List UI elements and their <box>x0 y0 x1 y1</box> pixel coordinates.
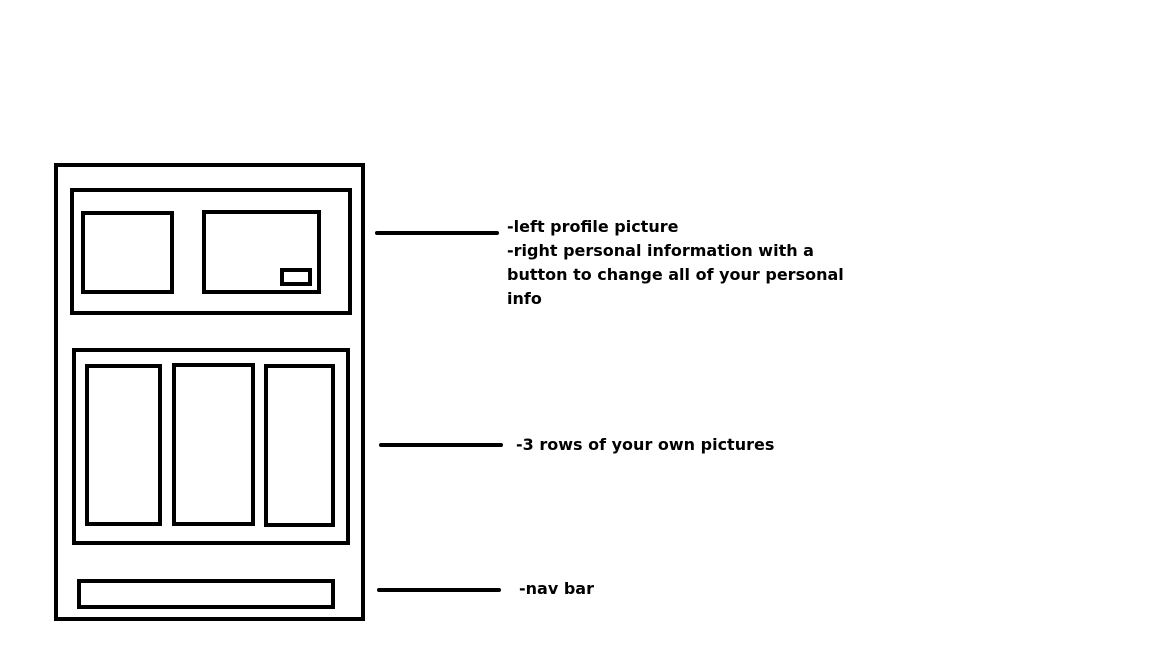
profile-picture <box>81 211 174 294</box>
profile-annotation-line-2: -right personal information with a <box>507 241 814 260</box>
edit-info-button[interactable] <box>280 268 312 286</box>
profile-annotation-line-3: button to change all of your personal <box>507 265 844 284</box>
pictures-annotation-line-1: -3 rows of your own pictures <box>516 435 775 454</box>
picture-column-3 <box>264 364 335 527</box>
pictures-pointer-line <box>379 443 503 447</box>
nav-pointer-line <box>377 588 501 592</box>
nav-annotation-line-1: -nav bar <box>519 579 594 598</box>
picture-column-2 <box>172 363 255 526</box>
profile-annotation: -left profile picture -right personal in… <box>507 215 844 311</box>
profile-annotation-line-1: -left profile picture <box>507 217 679 236</box>
nav-bar <box>77 579 335 609</box>
profile-annotation-line-4: info <box>507 289 542 308</box>
nav-annotation: -nav bar <box>519 577 594 601</box>
profile-pointer-line <box>375 231 499 235</box>
picture-column-1 <box>85 364 162 526</box>
pictures-annotation: -3 rows of your own pictures <box>516 433 774 457</box>
